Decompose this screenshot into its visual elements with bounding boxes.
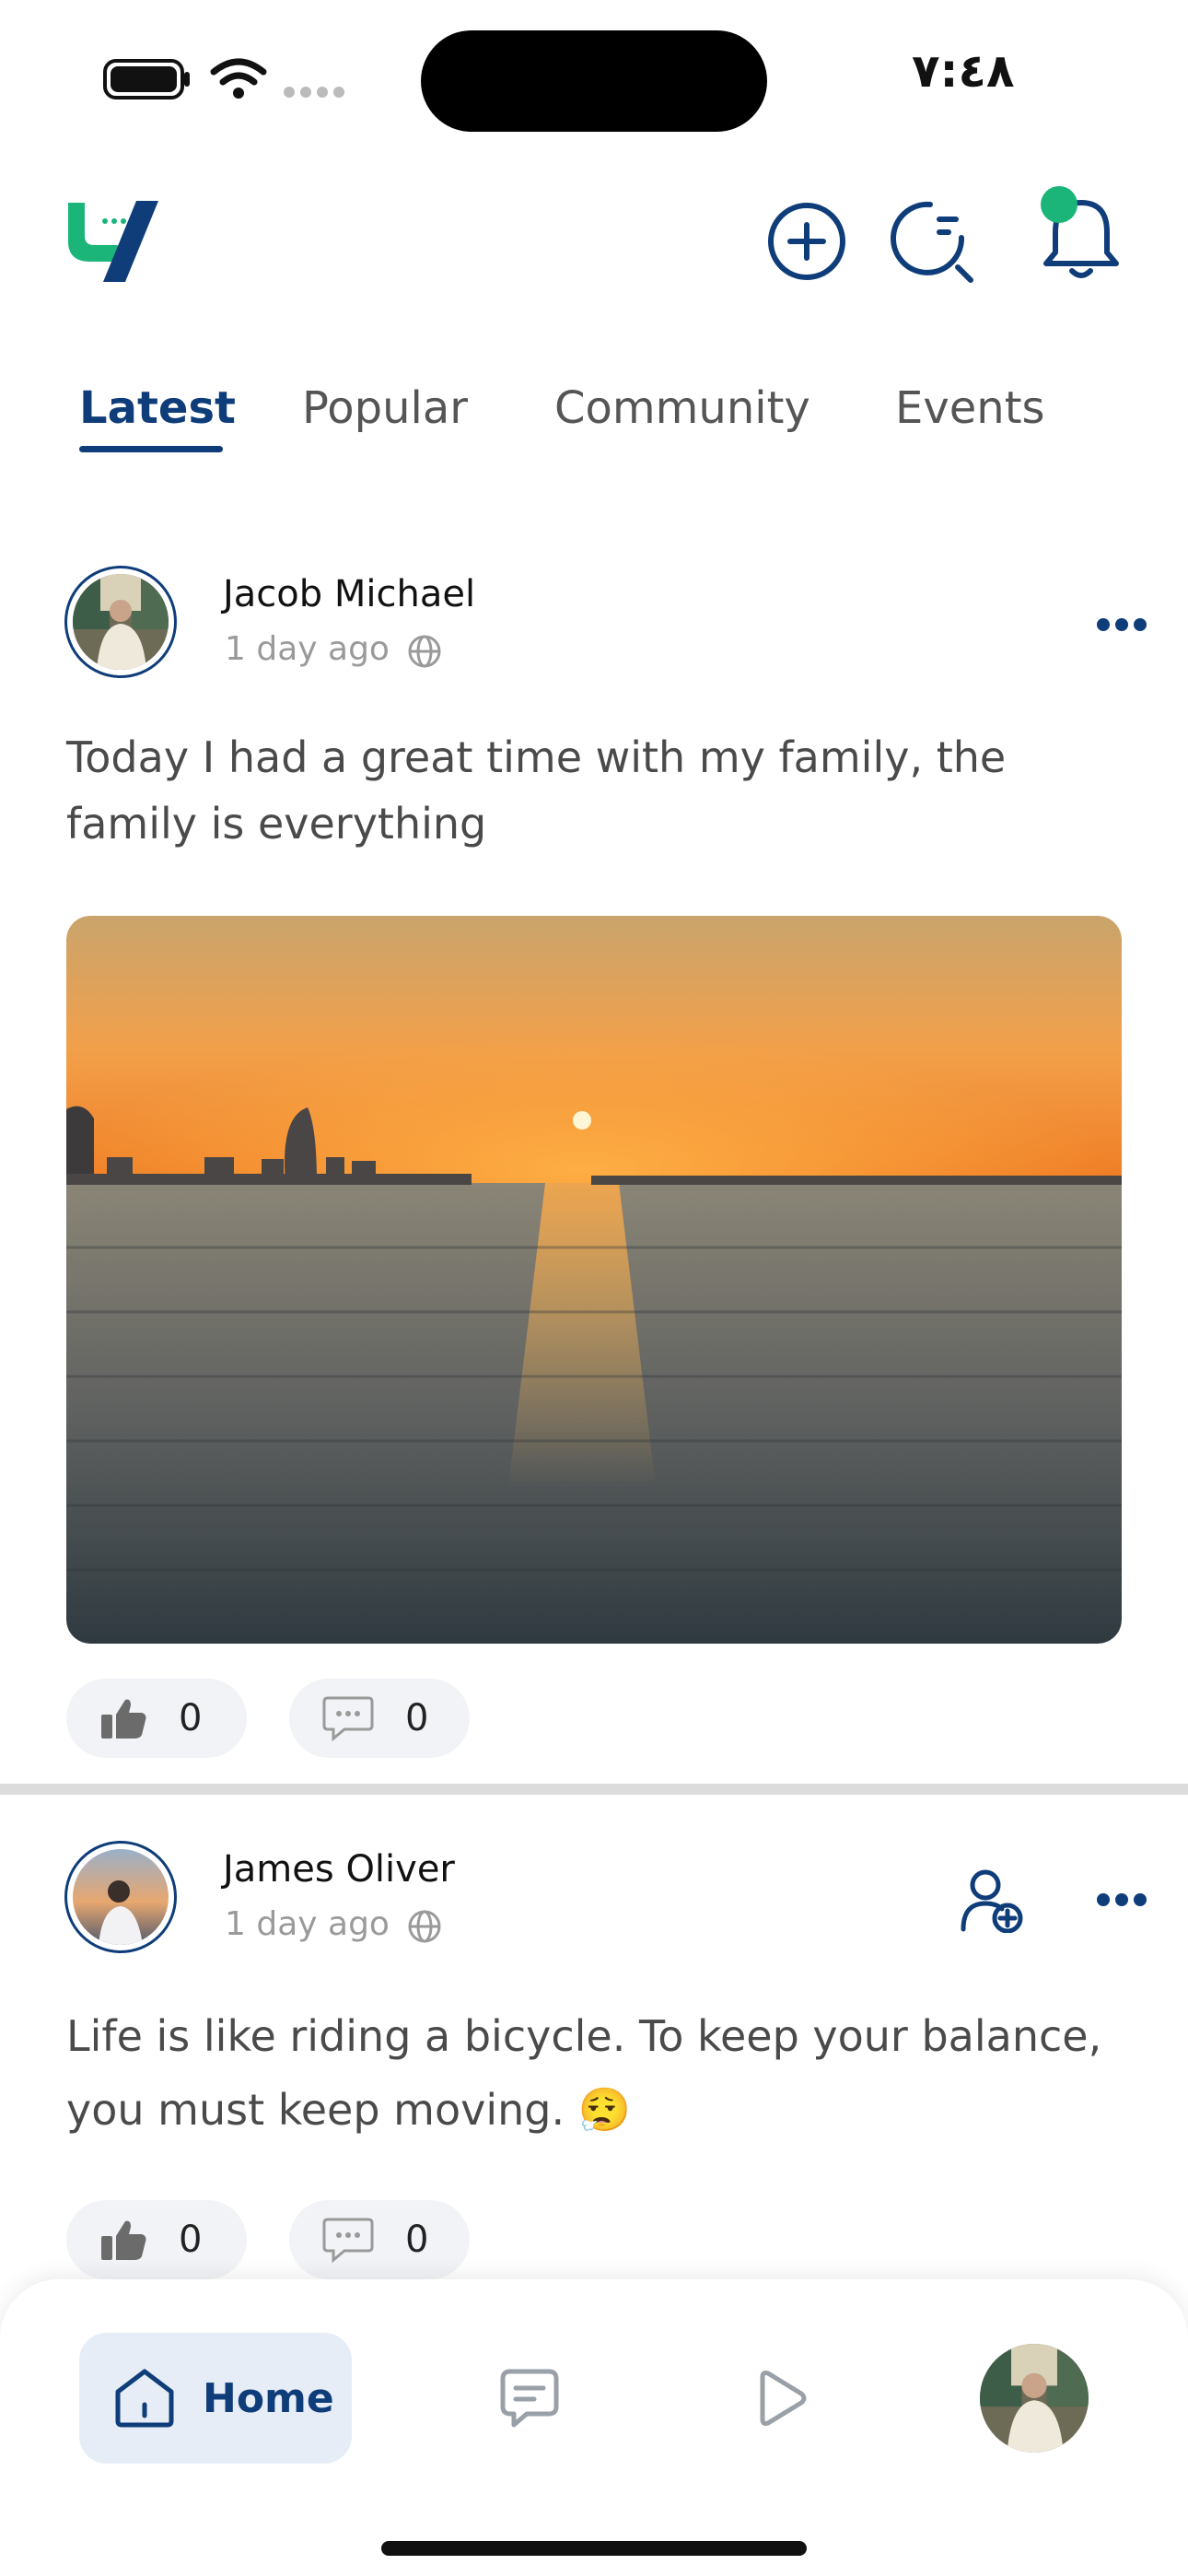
tab-active-indicator [79,446,223,452]
status-time: ٧:٤٨ [912,44,1015,98]
post-time: 1 day ago [225,1905,390,1943]
video-play-icon[interactable] [751,2368,810,2429]
comment-icon [322,2218,374,2264]
home-icon [115,2369,174,2428]
comment-icon [322,1696,374,1742]
thumbs-up-icon [101,2220,146,2260]
nav-profile-avatar[interactable] [980,2344,1089,2453]
tab-latest[interactable]: Latest [79,382,236,434]
follow-user-icon[interactable] [960,1868,1024,1933]
thumbs-up-icon [101,1699,146,1739]
post-text: Today I had a great time with my family,… [66,732,1007,849]
tab-popular[interactable]: Popular [302,382,468,434]
like-button[interactable]: 0 [66,1679,247,1758]
comment-button[interactable]: 0 [289,2200,470,2279]
post-author-name[interactable]: James Oliver [223,1848,455,1891]
add-post-icon[interactable] [766,201,847,282]
comment-count: 0 [405,1697,429,1739]
notification-bell-icon[interactable] [1035,182,1127,284]
globe-icon [408,1910,441,1943]
like-count: 0 [179,1697,203,1739]
nav-home-label: Home [203,2374,334,2422]
tab-community[interactable]: Community [554,382,810,434]
post-avatar[interactable] [64,1841,177,1953]
comment-button[interactable]: 0 [289,1679,470,1758]
avatar-image [73,1849,169,1945]
post-avatar[interactable] [64,566,177,678]
post-author-name[interactable]: Jacob Michael [223,573,475,615]
post-text: Life is like riding a bicycle. To keep y… [66,2011,1102,2135]
globe-icon [408,635,441,668]
like-count: 0 [179,2219,203,2261]
post-time: 1 day ago [225,630,390,668]
status-bar: ٧:٤٨ [0,0,1188,157]
comment-count: 0 [405,2219,429,2261]
post-divider [0,1784,1188,1795]
tab-events[interactable]: Events [895,382,1045,434]
nav-home[interactable]: Home [79,2333,352,2464]
wifi-icon [210,58,267,99]
more-options-icon[interactable] [1096,615,1147,634]
signal-icon [284,87,344,98]
dynamic-island [421,30,767,132]
like-button[interactable]: 0 [66,2200,247,2279]
notification-badge [1041,186,1077,223]
battery-icon [103,59,190,100]
more-options-icon[interactable] [1096,1891,1147,1909]
messages-icon[interactable] [497,2366,562,2430]
post-image[interactable] [66,916,1122,1644]
search-icon[interactable] [890,201,978,286]
avatar-image [73,574,169,670]
app-logo[interactable] [64,193,166,286]
home-indicator [381,2541,807,2556]
